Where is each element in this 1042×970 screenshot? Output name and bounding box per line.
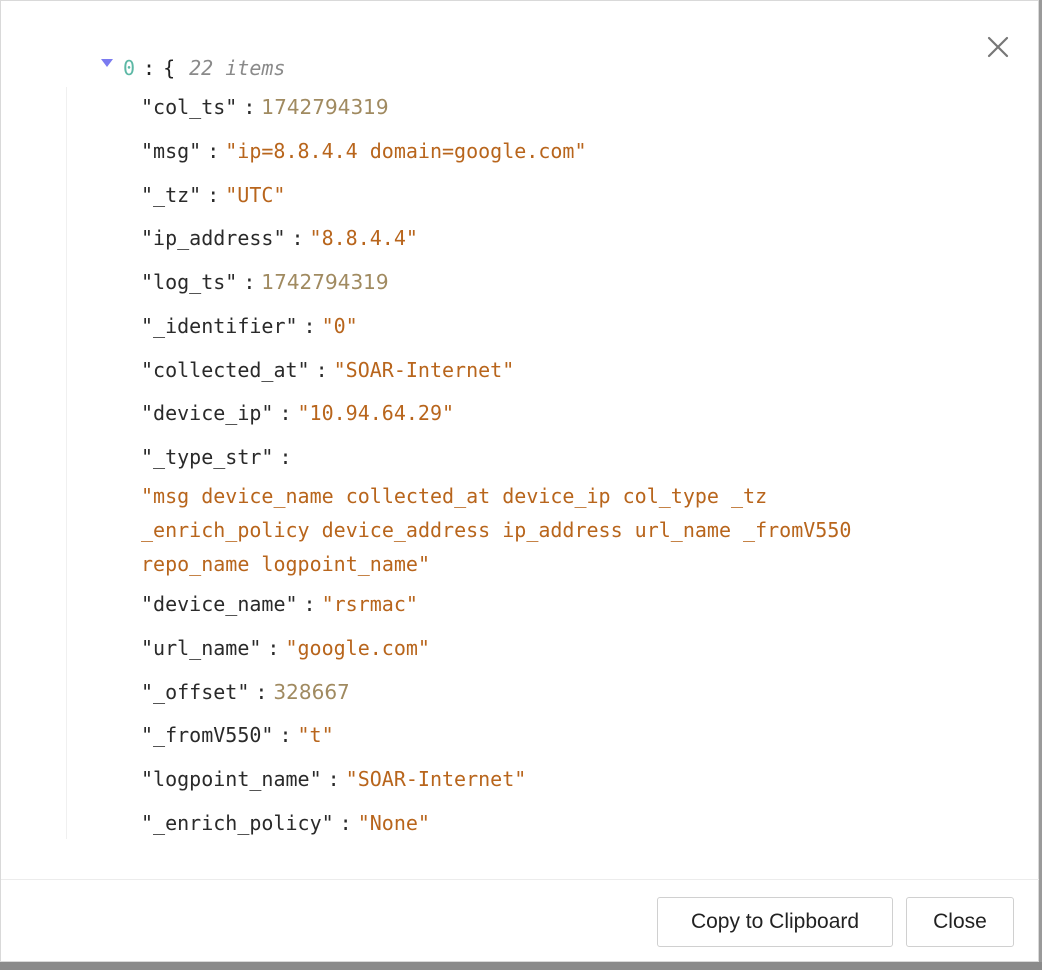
json-value: "8.8.4.4" — [309, 226, 418, 250]
root-index: 0 — [123, 56, 136, 80]
json-colon: : — [315, 358, 328, 382]
json-colon: : — [291, 226, 304, 250]
json-row: "collected_at": "SOAR-Internet" — [141, 357, 514, 383]
json-key: "device_name" — [141, 592, 298, 616]
json-colon: : — [207, 139, 220, 163]
json-colon: : — [267, 636, 280, 660]
json-value: "None" — [357, 811, 430, 835]
indent-guide — [66, 87, 67, 839]
json-root-node: 0 : { 22 items — [101, 55, 285, 81]
json-key: "logpoint_name" — [141, 767, 322, 791]
json-key: "url_name" — [141, 636, 262, 660]
backdrop-bottom — [0, 962, 1042, 970]
json-row: "_offset":328667 — [141, 679, 350, 705]
json-value: 1742794319 — [261, 95, 389, 119]
json-row: "_tz": "UTC" — [141, 182, 285, 208]
json-row: "ip_address": "8.8.4.4" — [141, 225, 418, 251]
json-value: "ip=8.8.4.4 domain=google.com" — [225, 139, 587, 163]
json-key: "col_ts" — [141, 95, 238, 119]
caret-down-icon[interactable] — [101, 59, 113, 67]
json-colon: : — [243, 270, 256, 294]
json-colon: : — [339, 811, 352, 835]
json-value: "msg device_name collected_at device_ip … — [141, 484, 852, 576]
json-key: "_type_str" — [141, 445, 274, 469]
json-key: "collected_at" — [141, 358, 310, 382]
json-colon: : — [255, 680, 268, 704]
json-row: "url_name": "google.com" — [141, 635, 430, 661]
json-colon: : — [279, 445, 292, 469]
json-value: "10.94.64.29" — [297, 401, 455, 425]
root-brace: { — [163, 56, 176, 80]
json-row: "msg": "ip=8.8.4.4 domain=google.com" — [141, 138, 587, 164]
json-value: "t" — [297, 723, 334, 747]
json-value: "0" — [321, 314, 358, 338]
json-key: "_enrich_policy" — [141, 811, 334, 835]
item-count: 22 items — [189, 56, 286, 80]
json-row: "device_name": "rsrmac" — [141, 591, 418, 617]
json-value: 1742794319 — [261, 270, 389, 294]
json-colon: : — [303, 592, 316, 616]
json-row: "_enrich_policy": "None" — [141, 810, 430, 836]
json-viewer-modal: 0 : { 22 items "col_ts":1742794319 "msg"… — [0, 0, 1040, 963]
json-colon: : — [243, 95, 256, 119]
json-value: "rsrmac" — [321, 592, 418, 616]
json-colon: : — [327, 767, 340, 791]
json-value: "UTC" — [225, 183, 286, 207]
json-row: "col_ts":1742794319 — [141, 94, 389, 120]
json-value: "SOAR-Internet" — [333, 358, 515, 382]
json-colon: : — [207, 183, 220, 207]
json-key: "ip_address" — [141, 226, 286, 250]
copy-to-clipboard-button[interactable]: Copy to Clipboard — [657, 897, 893, 947]
close-button[interactable]: Close — [906, 897, 1014, 947]
modal-footer: Copy to Clipboard Close — [1, 879, 1040, 963]
json-colon: : — [303, 314, 316, 338]
json-key: "_identifier" — [141, 314, 298, 338]
json-key: "device_ip" — [141, 401, 274, 425]
json-key: "log_ts" — [141, 270, 238, 294]
json-row: "logpoint_name": "SOAR-Internet" — [141, 766, 526, 792]
json-colon: : — [279, 401, 292, 425]
json-key: "msg" — [141, 139, 202, 163]
json-key: "_fromV550" — [141, 723, 274, 747]
json-colon: : — [279, 723, 292, 747]
json-row: "device_ip": "10.94.64.29" — [141, 400, 454, 426]
json-key: "_offset" — [141, 680, 250, 704]
json-value: "SOAR-Internet" — [345, 767, 527, 791]
json-row: "_identifier": "0" — [141, 313, 358, 339]
json-row: "_type_str": — [141, 444, 298, 470]
json-row: "log_ts":1742794319 — [141, 269, 389, 295]
json-key: "_tz" — [141, 183, 202, 207]
json-tree: 0 : { 22 items "col_ts":1742794319 "msg"… — [1, 1, 1040, 881]
json-value: 328667 — [273, 680, 350, 704]
root-colon: : — [143, 56, 156, 80]
json-value: "google.com" — [285, 636, 430, 660]
json-row: "_fromV550": "t" — [141, 722, 334, 748]
